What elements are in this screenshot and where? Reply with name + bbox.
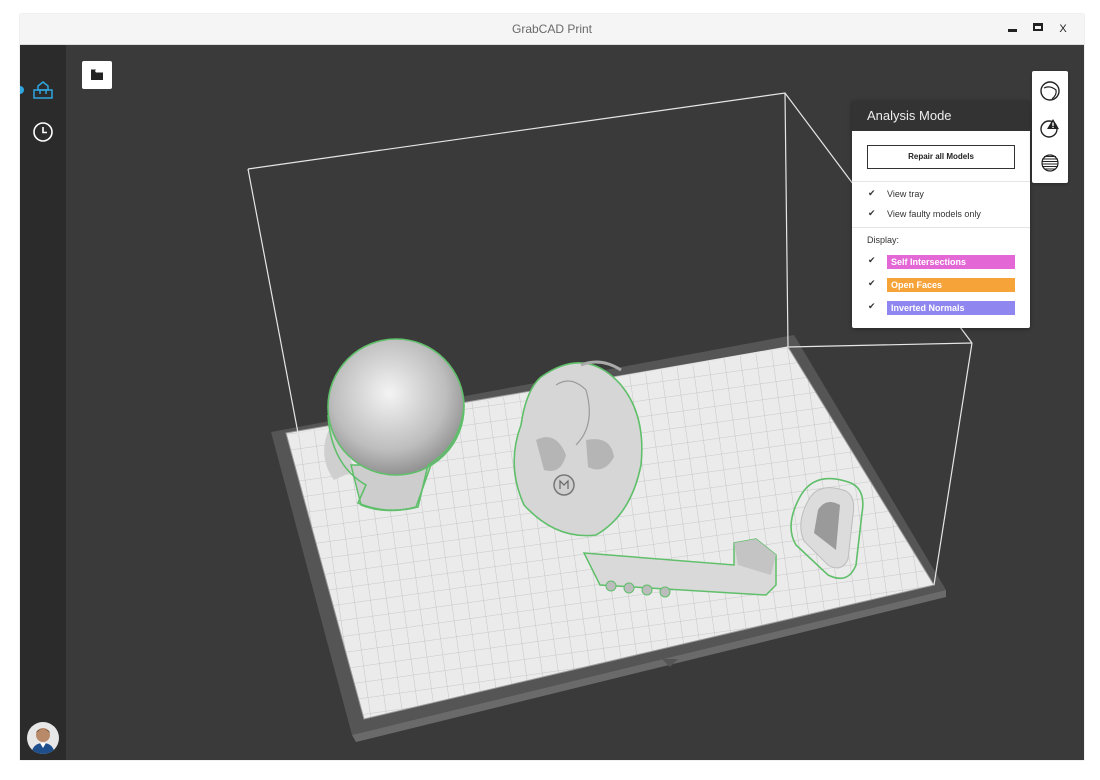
- close-button[interactable]: X: [1056, 14, 1070, 44]
- open-faces-option[interactable]: ✔ Open Faces: [868, 277, 1015, 292]
- title-bar: GrabCAD Print X: [20, 14, 1084, 45]
- option-label: View tray: [887, 189, 924, 199]
- sidebar-item-history[interactable]: [29, 118, 57, 146]
- checkbox-checked-icon[interactable]: ✔: [868, 302, 877, 311]
- analysis-mode-panel: Analysis Mode Repair all Models ✔ View tr…: [852, 101, 1030, 328]
- window-title: GrabCAD Print: [511, 22, 593, 36]
- user-avatar-icon: [31, 728, 55, 754]
- sphere-icon: [1040, 81, 1060, 101]
- self-intersections-option[interactable]: ✔ Self Intersections: [868, 254, 1015, 269]
- folder-icon: [91, 69, 103, 80]
- model-skull: [513, 360, 643, 537]
- display-label: Display:: [867, 235, 900, 245]
- checkbox-checked-icon[interactable]: ✔: [868, 189, 877, 198]
- checkbox-checked-icon[interactable]: ✔: [868, 209, 877, 218]
- view-tool-slices[interactable]: [1038, 151, 1062, 175]
- self-intersections-swatch: Self Intersections: [887, 254, 1015, 269]
- view-faulty-models-option[interactable]: ✔ View faulty models only: [868, 207, 981, 221]
- view-tool-analysis[interactable]: [1038, 116, 1062, 140]
- repair-all-models-button[interactable]: Repair all Models: [867, 145, 1015, 169]
- avatar[interactable]: [27, 722, 59, 754]
- panel-title: Analysis Mode: [852, 101, 1030, 131]
- inverted-normals-swatch: Inverted Normals: [887, 300, 1015, 315]
- warning-analysis-icon: [1040, 119, 1059, 138]
- view-tool-model[interactable]: [1038, 79, 1062, 103]
- minimize-button[interactable]: [1006, 14, 1020, 44]
- inverted-normals-option[interactable]: ✔ Inverted Normals: [868, 300, 1015, 315]
- active-indicator: [20, 86, 24, 94]
- view-tools: [1032, 71, 1068, 183]
- app-window: GrabCAD Print X Analysis Mode Repair all…: [20, 14, 1084, 760]
- open-faces-swatch: Open Faces: [887, 277, 1015, 292]
- model-box-icon: [33, 81, 53, 99]
- 3d-viewport[interactable]: Analysis Mode Repair all Models ✔ View tr…: [66, 45, 1084, 760]
- view-tray-option[interactable]: ✔ View tray: [868, 187, 924, 201]
- divider: [852, 227, 1030, 228]
- divider: [852, 181, 1030, 182]
- clock-icon: [33, 122, 53, 142]
- maximize-button[interactable]: [1032, 14, 1046, 44]
- open-file-button[interactable]: [82, 61, 112, 89]
- checkbox-checked-icon[interactable]: ✔: [868, 279, 877, 288]
- checkbox-checked-icon[interactable]: ✔: [868, 256, 877, 265]
- slice-layers-icon: [1041, 154, 1059, 172]
- sidebar-item-models[interactable]: [29, 76, 57, 104]
- sidebar: [20, 45, 66, 760]
- option-label: View faulty models only: [887, 209, 981, 219]
